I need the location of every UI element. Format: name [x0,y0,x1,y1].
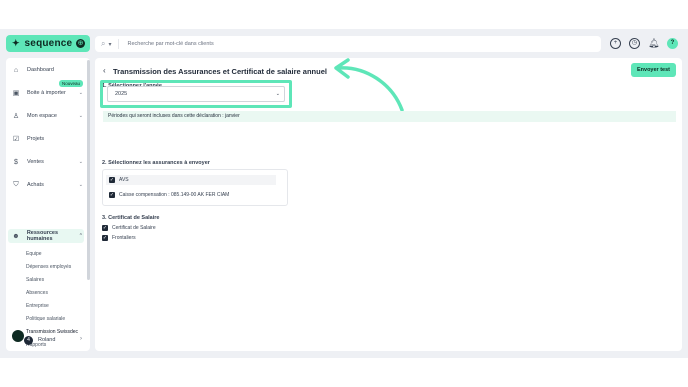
chevron-down-icon: ⌄ [78,182,83,188]
subitem-entreprise[interactable]: Entreprise [26,303,49,309]
caisse-option[interactable]: ✓ Caisse compensation : 085.149-00 AK FE… [109,192,229,198]
chevron-down-icon[interactable]: ▾ [108,41,111,48]
chevron-down-icon: ⌄ [78,90,83,96]
chevron-down-icon: ⌄ [78,159,83,165]
send-test-button[interactable]: Envoyer test [630,63,676,77]
insurance-box: ✓ AVS ✓ Caisse compensation : 085.149-00… [102,169,288,206]
avatar[interactable] [12,330,24,342]
help-icon[interactable]: ? [667,38,678,49]
main-panel: ‹ Transmission des Assurances et Certifi… [95,58,682,351]
dollar-icon: $ [14,158,18,166]
sidebar-item-label: Ventes [27,159,44,165]
option-label: AVS [119,177,129,183]
sidebar-item-label: Boite à importer [27,90,66,96]
brand-name: sequence [24,38,73,49]
inbox-icon: ▣ [12,90,20,97]
subitem-equipe[interactable]: Equipe [26,251,42,257]
logo-mark-icon: ✦ [12,38,20,48]
check-square-icon: ☑ [12,136,20,143]
page-title: Transmission des Assurances et Certifica… [113,67,327,76]
plus-circle-icon[interactable]: + [610,38,621,49]
top-icons: + ◷ 🔔︎ ? [610,38,678,49]
chevron-up-icon: ⌃ [78,233,83,239]
search-icon[interactable]: ⌕ [101,39,105,49]
home-icon: ⌂ [13,66,19,74]
certificat-option[interactable]: ✓ Certificat de Salaire [102,225,156,231]
search-bar[interactable]: ⌕ ▾ Recherche par mot-clé dans clients [95,36,601,52]
option-label: Caisse compensation : 085.149-00 AK FER … [119,192,230,198]
cart-icon: ⛉ [13,181,19,188]
user-name[interactable]: Roland [38,337,55,343]
sidebar-item-label: Projets [27,136,45,142]
sidebar-scrollbar[interactable] [87,60,90,280]
notification-count: 4 [24,336,33,345]
subitem-depenses[interactable]: Dépenses employés [26,264,71,270]
sidebar-item-label: Dashboard [27,67,54,73]
people-icon: ☻ [12,232,20,240]
year-value: 2025 [115,91,128,97]
sidebar-item-label: Mon espace [27,113,57,119]
sidebar-item-label: Ressources humaines [26,230,59,242]
checkbox-checked-icon[interactable]: ✓ [109,192,115,198]
checkbox-checked-icon[interactable]: ✓ [102,235,108,241]
bell-icon[interactable]: 🔔︎ [648,38,659,49]
annotation-arrow-icon [334,58,404,112]
checkbox-checked-icon[interactable]: ✓ [102,225,108,231]
sidebar-item-dashboard[interactable]: ⌂ Dashboard [8,63,84,77]
user-icon: ♙ [12,113,20,120]
search-input[interactable]: Recherche par mot-clé dans clients [128,41,214,47]
brand-dot-icon: ⊕ [76,39,85,48]
periods-info: Périodes qui seront incluses dans cette … [103,111,676,122]
subitem-absences[interactable]: Absences [26,290,48,296]
app-window: ✦ sequence ⊕ ⌕ ▾ Recherche par mot-clé d… [0,29,688,358]
sidebar-item-inbox[interactable]: ▣ Boite à importer ⌄ [8,86,84,100]
clock-icon[interactable]: ◷ [629,38,640,49]
subitem-swissdec[interactable]: Transmission Swissdec [26,329,78,335]
sidebar-item-label: Achats [27,182,44,188]
year-select[interactable]: 2025 ⌄ [107,86,285,102]
sidebar-item-projets[interactable]: ☑ Projets [8,132,84,146]
sidebar-item-ventes[interactable]: $ Ventes ⌄ [8,155,84,169]
chevron-down-icon: ⌄ [78,113,83,119]
checkbox-checked-icon[interactable]: ✓ [109,177,115,183]
chevron-down-icon: ⌄ [275,91,280,97]
sidebar: ⌂ Dashboard Nouveau ▣ Boite à importer ⌄… [6,58,90,351]
sidebar-item-mon-espace[interactable]: ♙ Mon espace ⌄ [8,109,84,123]
sidebar-item-achats[interactable]: ⛉ Achats ⌄ [8,178,84,192]
option-label: Certificat de Salaire [112,225,156,231]
chevron-right-icon[interactable]: › [80,336,82,342]
brand-logo[interactable]: ✦ sequence ⊕ [6,35,90,52]
step2-label: 2. Sélectionnez les assurances à envoyer [102,160,210,166]
search-divider [117,39,119,49]
back-arrow-icon[interactable]: ‹ [103,66,106,75]
year-highlight: 2025 ⌄ [100,80,292,108]
sidebar-item-ressources-humaines[interactable]: ☻ Ressources humaines ⌃ [8,229,84,243]
frontaliers-option[interactable]: ✓ Frontaliers [102,235,136,241]
avs-option[interactable]: ✓ AVS [106,175,276,185]
step3-label: 3. Certificat de Salaire [102,215,160,221]
subitem-politique[interactable]: Politique salariale [26,316,65,322]
option-label: Frontaliers [112,235,136,241]
subitem-salaires[interactable]: Salaires [26,277,44,283]
